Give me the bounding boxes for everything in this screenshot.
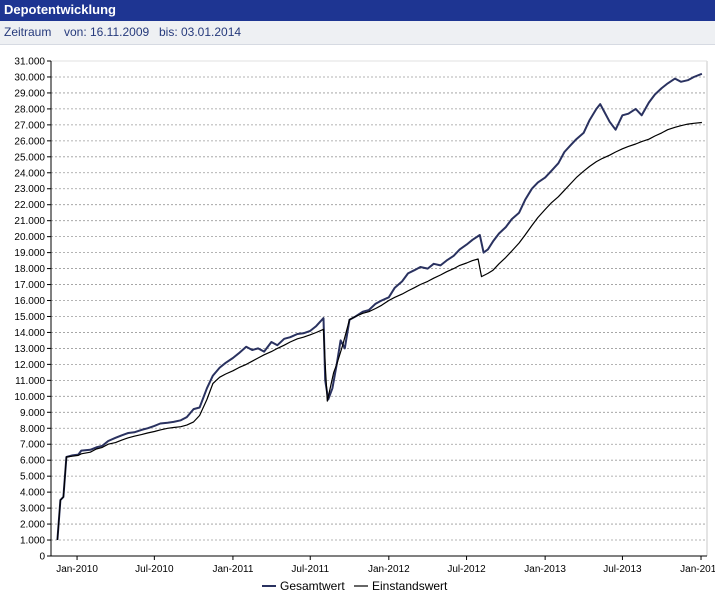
y-tick-label: 23.000 (14, 184, 45, 195)
y-tick-label: 30.000 (14, 72, 45, 83)
title-bar: Depotentwicklung (0, 0, 715, 21)
x-tick-label: Jan-2014 (680, 564, 715, 575)
page-title: Depotentwicklung (4, 2, 116, 17)
x-tick-label: Jan-2013 (524, 564, 566, 575)
depot-chart: 0 1.000 2.000 3.000 4.000 5.000 6.000 7.000 8.00… (14, 57, 715, 594)
legend-label: Einstandswert (372, 579, 448, 593)
y-tick-label: 4.000 (20, 488, 45, 499)
y-tick-label: 31.000 (14, 57, 45, 68)
y-tick-label: 9.000 (20, 408, 45, 419)
to-label: bis: (159, 25, 178, 39)
y-tick-label: 2.000 (20, 520, 45, 531)
x-tick-label: Jul-2011 (291, 564, 329, 575)
from-label: von: (64, 25, 87, 39)
y-tick-label: 20.000 (14, 232, 45, 243)
y-tick-label: 28.000 (14, 104, 45, 115)
y-tick-label: 14.000 (14, 328, 45, 339)
legend-label: Gesamtwert (280, 579, 345, 593)
y-tick-label: 1.000 (20, 536, 45, 547)
y-tick-label: 10.000 (14, 392, 45, 403)
to-value: 03.01.2014 (181, 25, 242, 39)
y-tick-label: 24.000 (14, 168, 45, 179)
y-tick-label: 7.000 (20, 440, 45, 451)
y-tick-label: 13.000 (14, 344, 45, 355)
x-tick-label: Jul-2010 (135, 564, 174, 575)
x-tick-label: Jan-2011 (212, 564, 253, 575)
y-tick-label: 26.000 (14, 136, 45, 147)
chart-legend: Gesamtwert Einstandswert (262, 579, 448, 593)
y-tick-label: 27.000 (14, 120, 45, 131)
y-tick-label: 22.000 (14, 200, 45, 211)
y-tick-label: 17.000 (14, 280, 45, 291)
chart-grid (51, 60, 708, 556)
x-tick-label: Jan-2012 (368, 564, 410, 575)
y-tick-label: 11.000 (15, 376, 45, 387)
x-tick-label: Jul-2013 (603, 564, 642, 575)
y-tick-label: 6.000 (20, 456, 45, 467)
period-bar: Zeitraum von: 16.11.2009 bis: 03.01.2014 (0, 21, 715, 45)
y-tick-label: 21.000 (14, 216, 45, 227)
x-axis: Jan-2010 Jul-2010 Jan-2011 Jul-2011 Jan-2012… (51, 555, 715, 575)
y-axis: 0 1.000 2.000 3.000 4.000 5.000 6.000 7.000 8.00… (14, 57, 52, 563)
y-tick-label: 25.000 (14, 152, 45, 163)
y-tick-label: 15.000 (14, 312, 45, 323)
y-tick-label: 3.000 (20, 504, 45, 515)
y-tick-label: 29.000 (14, 88, 45, 99)
plot-area (51, 61, 707, 556)
y-tick-label: 0 (39, 552, 45, 563)
x-tick-label: Jul-2012 (447, 564, 486, 575)
y-tick-label: 12.000 (14, 360, 45, 371)
y-tick-label: 8.000 (20, 424, 45, 435)
from-value: 16.11.2009 (90, 25, 150, 39)
y-tick-label: 5.000 (20, 472, 45, 483)
period-label: Zeitraum (4, 25, 52, 39)
x-tick-label: Jan-2010 (56, 564, 98, 575)
y-tick-label: 18.000 (14, 264, 45, 275)
y-tick-label: 16.000 (14, 296, 45, 307)
y-tick-label: 19.000 (14, 248, 45, 259)
